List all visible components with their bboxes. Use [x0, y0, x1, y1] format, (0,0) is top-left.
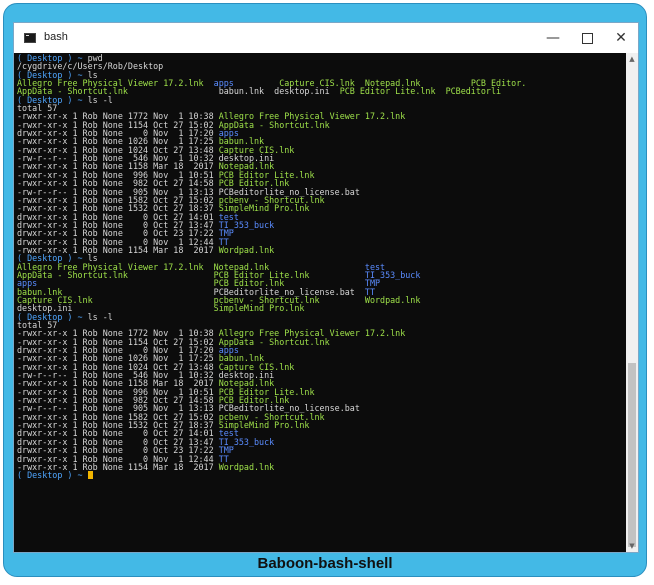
chevron-up-icon[interactable]: ▲: [626, 53, 638, 65]
vertical-scrollbar[interactable]: ▲ ▼: [626, 53, 638, 552]
terminal-text: Wordpad.lnk: [218, 244, 275, 255]
minimize-button[interactable]: —: [536, 23, 570, 53]
terminal-line: -rwxr-xr-x 1 Rob None 1154 Mar 18 2017 W…: [17, 246, 626, 254]
terminal-window: bash — ✕ ( Desktop ) ~ pwd/cygdrive/c/Us…: [13, 22, 639, 553]
terminal-text: Wordpad.lnk: [218, 461, 275, 472]
terminal-line: ( Desktop ) ~ ls -l: [17, 311, 626, 322]
terminal-text: PCB Editor Lite.lnk PCBeditorli: [339, 86, 502, 97]
shell-prompt: ( Desktop ) ~: [17, 470, 88, 481]
terminal-text: babun.lnk desktop.ini: [218, 86, 340, 97]
terminal-text: ls -l: [87, 94, 113, 105]
terminal-line: ( Desktop ) ~ ls -l: [17, 96, 626, 104]
terminal-line: -rwxr-xr-x 1 Rob None 1154 Mar 18 2017 W…: [17, 463, 626, 471]
image-caption: Baboon-bash-shell: [257, 555, 393, 572]
terminal-line: ( Desktop ) ~: [17, 471, 626, 479]
terminal-icon: [24, 33, 36, 43]
terminal-line: /cygdrive/c/Users/Rob/Desktop: [17, 62, 626, 70]
maximize-button[interactable]: [570, 23, 604, 53]
close-button[interactable]: ✕: [604, 23, 638, 53]
window-title: bash: [44, 31, 68, 43]
text-cursor: [87, 471, 93, 480]
chevron-down-icon[interactable]: ▼: [626, 540, 638, 552]
terminal-text: SimpleMind Pro.lnk: [213, 303, 305, 314]
screenshot-frame: bash — ✕ ( Desktop ) ~ pwd/cygdrive/c/Us…: [3, 3, 647, 577]
terminal-text: ls -l: [87, 311, 113, 322]
terminal-output[interactable]: ( Desktop ) ~ pwd/cygdrive/c/Users/Rob/D…: [14, 53, 626, 552]
title-bar[interactable]: bash — ✕: [14, 23, 638, 53]
scrollbar-thumb[interactable]: [628, 363, 636, 547]
maximize-icon: [581, 32, 593, 44]
